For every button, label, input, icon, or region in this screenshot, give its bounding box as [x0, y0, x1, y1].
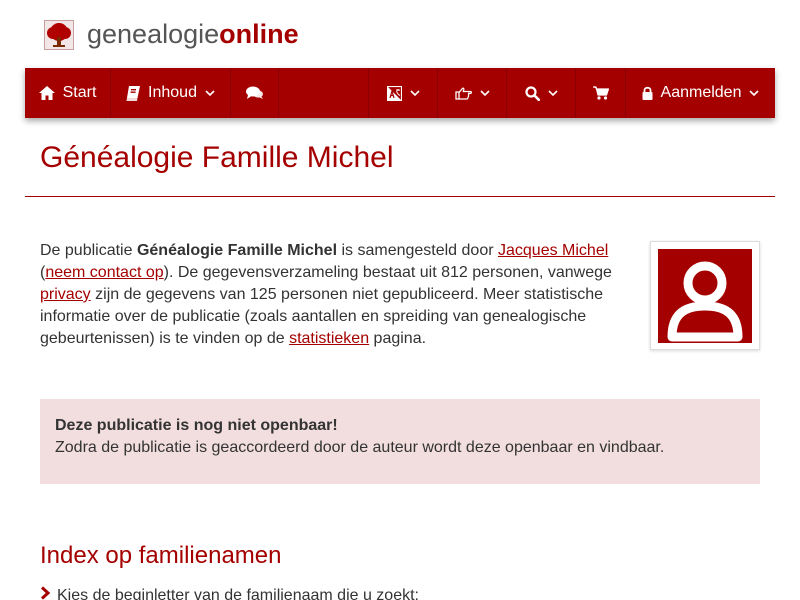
site-logo[interactable]: genealogieonline	[87, 17, 299, 51]
comments-icon	[246, 86, 263, 100]
chevron-down-icon	[547, 89, 558, 97]
author-link[interactable]: Jacques Michel	[498, 242, 608, 259]
tree-icon[interactable]	[44, 20, 74, 50]
site-header: genealogieonline	[0, 0, 800, 68]
chevron-down-icon	[409, 89, 420, 97]
publication-intro: De publicatie Généalogie Famille Michel …	[40, 240, 620, 350]
nav-pointer-menu[interactable]	[438, 68, 507, 118]
hand-point-icon	[454, 87, 472, 100]
nav-contents[interactable]: Inhoud	[111, 68, 231, 118]
nav-search[interactable]	[507, 68, 576, 118]
contact-link[interactable]: neem contact op	[45, 264, 163, 281]
publication-name: Généalogie Famille Michel	[136, 242, 338, 259]
title-divider	[25, 196, 775, 197]
chevron-down-icon	[205, 89, 215, 97]
logo-text-part2: online	[219, 19, 299, 49]
main-navbar: Start Inhoud Aanmelden	[25, 68, 775, 118]
intro-text: De publicatie	[40, 242, 137, 259]
intro-text: pagina.	[369, 330, 427, 347]
surname-index-heading: Index op familienamen	[40, 542, 282, 569]
surname-index-hint: Kies de beginletter van de familienaam d…	[40, 585, 419, 600]
author-avatar-frame[interactable]	[650, 241, 760, 350]
language-icon	[386, 85, 402, 101]
statistics-link[interactable]: statistieken	[289, 330, 369, 347]
nav-forum[interactable]	[231, 68, 279, 118]
not-public-alert: Deze publicatie is nog niet openbaar! Zo…	[40, 399, 760, 484]
intro-text: ). De gegevensverzameling bestaat uit 81…	[163, 264, 612, 281]
cart-icon	[592, 86, 609, 100]
chevron-right-icon	[40, 585, 51, 600]
privacy-link[interactable]: privacy	[40, 286, 91, 303]
nav-language[interactable]	[368, 68, 438, 118]
chevron-down-icon	[749, 89, 760, 97]
intro-text: is samengesteld door	[337, 242, 498, 259]
nav-shop[interactable]	[576, 68, 626, 118]
avatar	[658, 249, 752, 343]
alert-title: Deze publicatie is nog niet openbaar!	[55, 417, 338, 434]
home-icon	[38, 86, 55, 100]
nav-login-label: Aanmelden	[660, 84, 742, 101]
nav-start[interactable]: Start	[25, 68, 111, 118]
page-title: Généalogie Famille Michel	[40, 141, 394, 174]
chevron-down-icon	[479, 89, 490, 97]
nav-start-label: Start	[62, 84, 97, 101]
search-icon	[524, 85, 540, 101]
book-icon	[126, 85, 141, 101]
alert-text: Zodra de publicatie is geaccordeerd door…	[55, 439, 665, 456]
user-icon	[658, 261, 752, 347]
nav-login[interactable]: Aanmelden	[626, 68, 775, 118]
lock-icon	[642, 86, 653, 100]
logo-text-part1: genealogie	[87, 19, 220, 49]
nav-contents-label: Inhoud	[148, 84, 197, 101]
surname-index-hint-text: Kies de beginletter van de familienaam d…	[57, 587, 419, 600]
